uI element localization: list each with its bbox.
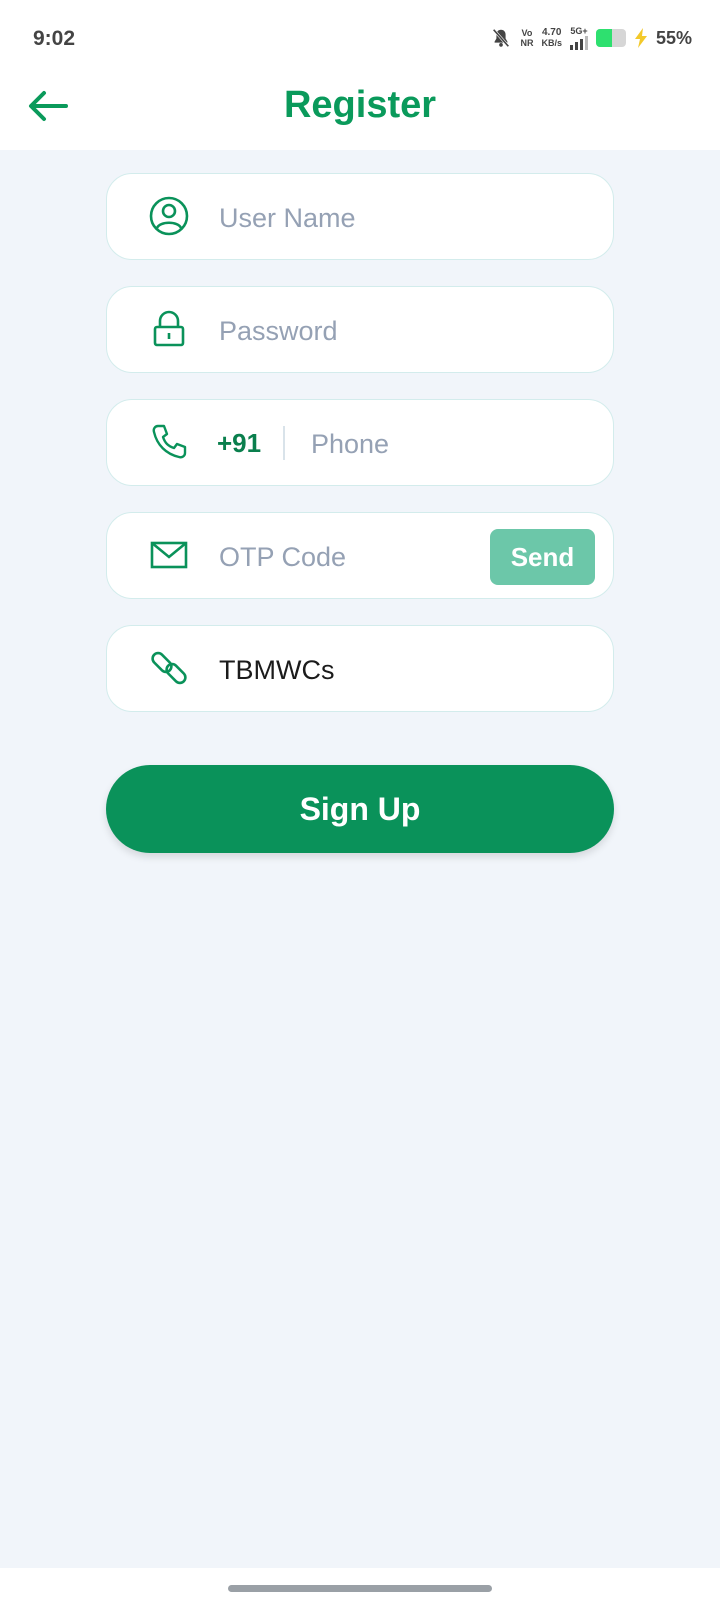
user-circle-icon xyxy=(149,196,189,236)
charging-bolt-icon xyxy=(634,28,647,48)
sign-up-button[interactable]: Sign Up xyxy=(106,765,614,853)
network-type: 5G+ xyxy=(569,26,588,50)
battery-fill xyxy=(595,29,613,47)
country-code[interactable]: +91 xyxy=(217,428,261,459)
link-icon xyxy=(151,651,187,685)
lock-icon xyxy=(153,310,185,347)
invite-code-input[interactable] xyxy=(217,644,581,696)
home-indicator[interactable] xyxy=(228,1585,492,1592)
navigation-bar xyxy=(0,1568,720,1600)
otp-field[interactable]: Send xyxy=(106,512,614,599)
status-icons: Vo NR 4.70 KB/s 5G+ 55% xyxy=(490,26,692,50)
username-field[interactable] xyxy=(106,173,614,260)
send-otp-button[interactable]: Send xyxy=(490,529,595,585)
bell-off-icon xyxy=(493,28,510,48)
otp-input[interactable] xyxy=(217,531,461,583)
mail-icon xyxy=(150,541,188,569)
password-field[interactable] xyxy=(106,286,614,373)
phone-field[interactable]: +91 xyxy=(106,399,614,486)
phone-icon xyxy=(152,424,187,459)
volte-indicator: Vo NR xyxy=(520,28,534,48)
signal-icon xyxy=(569,36,588,50)
battery-percent: 55% xyxy=(655,27,692,48)
phone-input[interactable] xyxy=(309,418,563,470)
password-input[interactable] xyxy=(217,305,581,357)
page-title: Register xyxy=(283,84,437,126)
phone-divider xyxy=(283,426,285,460)
top-bar: 9:02 Vo NR 4.70 KB/s 5G+ 55% Register xyxy=(0,0,720,150)
invite-code-field[interactable] xyxy=(106,625,614,712)
status-time: 9:02 xyxy=(33,27,76,50)
network-speed: 4.70 KB/s xyxy=(541,27,562,49)
username-input[interactable] xyxy=(217,192,581,244)
battery-icon xyxy=(595,29,626,47)
